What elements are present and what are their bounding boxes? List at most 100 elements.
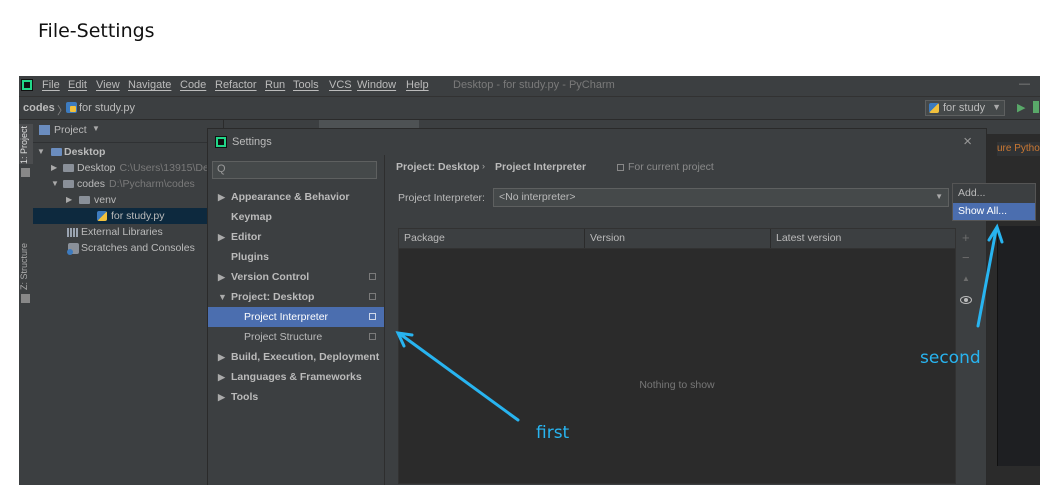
tree-item-for-study-py[interactable]: for study.py <box>33 208 223 224</box>
navigation-bar: codes 〉 for study.py for study ▼ ▶ <box>19 96 1040 120</box>
breadcrumb-project: Project: Desktop <box>396 161 480 173</box>
page-caption: File-Settings <box>38 20 155 42</box>
tree-item-codes[interactable]: ▼ codes D:\Pycharm\codes <box>33 176 223 192</box>
collapsed-arrow-icon[interactable]: ▶ <box>66 192 72 208</box>
interpreter-label: Project Interpreter: <box>398 192 485 204</box>
menu-edit[interactable]: Edit <box>68 79 87 91</box>
nav-label: Languages & Frameworks <box>231 371 362 383</box>
nav-version-control[interactable]: ▶ Version Control <box>208 267 384 287</box>
nav-label: Appearance & Behavior <box>231 191 350 203</box>
menu-tools[interactable]: Tools <box>293 79 319 91</box>
menu-item-show-all[interactable]: Show All... <box>953 203 1035 220</box>
editor-right-panel <box>997 226 1040 466</box>
column-header-package[interactable]: Package <box>399 229 585 248</box>
settings-dialog: Settings × Q ▶ Appearance & Behavior Key… <box>207 128 987 485</box>
project-panel: Project ▼ ▼ Desktop ▶ Desktop C:\Users\13… <box>33 120 223 485</box>
nav-plugins[interactable]: Plugins <box>208 247 384 267</box>
packages-table[interactable]: Package Version Latest version Nothing t… <box>398 228 956 484</box>
folder-icon <box>63 180 74 188</box>
settings-content: Project: Desktop › Project Interpreter F… <box>385 155 986 485</box>
nav-project-interpreter[interactable]: Project Interpreter <box>208 307 384 327</box>
minimize-button[interactable]: — <box>1019 78 1030 90</box>
menu-item-add[interactable]: Add... <box>953 185 1035 202</box>
nav-languages-frameworks[interactable]: ▶ Languages & Frameworks <box>208 367 384 387</box>
menu-view[interactable]: View <box>96 79 120 91</box>
remove-package-icon[interactable]: − <box>962 250 970 265</box>
nav-keymap[interactable]: Keymap <box>208 207 384 227</box>
nav-label: Keymap <box>231 211 272 223</box>
project-folder-icon <box>51 148 62 156</box>
project-view-icon <box>39 125 50 135</box>
column-header-latest-version[interactable]: Latest version <box>771 229 955 248</box>
nav-editor[interactable]: ▶ Editor <box>208 227 384 247</box>
collapsed-arrow-icon: ▶ <box>218 372 225 382</box>
project-view-select[interactable]: Project <box>54 124 87 136</box>
nav-label: Project Interpreter <box>244 311 329 323</box>
menu-navigate[interactable]: Navigate <box>128 79 171 91</box>
nav-appearance-behavior[interactable]: ▶ Appearance & Behavior <box>208 187 384 207</box>
tree-item-external-libraries[interactable]: External Libraries <box>33 224 223 240</box>
debug-icon[interactable] <box>1033 101 1039 113</box>
project-panel-header: Project ▼ <box>33 120 223 143</box>
nav-project-desktop[interactable]: ▼ Project: Desktop <box>208 287 384 307</box>
menu-run[interactable]: Run <box>265 79 285 91</box>
tree-item-text: codes D:\Pycharm\codes <box>77 176 195 192</box>
nav-label: Build, Execution, Deployment <box>231 351 380 363</box>
menu-vcs[interactable]: VCS <box>329 79 352 91</box>
settings-search-input[interactable]: Q <box>212 161 377 179</box>
expanded-arrow-icon: ▼ <box>218 292 227 302</box>
close-icon[interactable]: × <box>963 133 972 150</box>
table-toolbar: + − ▲ <box>957 228 979 348</box>
tool-tab-structure[interactable]: Z: Structure <box>19 238 33 290</box>
editor-notification-fragment: ure Python <box>997 142 1040 156</box>
scope-label: For current project <box>628 161 714 173</box>
collapsed-arrow-icon[interactable]: ▶ <box>51 160 57 176</box>
project-tool-icon <box>21 168 30 177</box>
chevron-down-icon[interactable]: ▼ <box>92 124 100 133</box>
tree-item-scratches[interactable]: Scratches and Consoles <box>33 240 223 256</box>
menu-bar: File Edit View Navigate Code Refactor Ru… <box>19 76 1040 96</box>
project-scope-icon <box>617 164 624 171</box>
settings-navigation: Q ▶ Appearance & Behavior Keymap ▶ Edito… <box>208 155 385 485</box>
project-scope-icon <box>369 273 376 280</box>
menu-code[interactable]: Code <box>180 79 206 91</box>
nav-build-execution-deployment[interactable]: ▶ Build, Execution, Deployment <box>208 347 384 367</box>
chevron-down-icon: ▼ <box>935 192 943 201</box>
empty-table-message: Nothing to show <box>639 379 715 391</box>
tool-tab-project[interactable]: 1: Project <box>19 124 33 164</box>
project-scope-icon <box>369 333 376 340</box>
tree-item-desktop[interactable]: ▶ Desktop C:\Users\13915\De <box>33 160 223 176</box>
nav-tools[interactable]: ▶ Tools <box>208 387 384 407</box>
pycharm-app-icon <box>215 136 227 148</box>
interpreter-select[interactable]: <No interpreter> ▼ <box>493 188 949 207</box>
nav-project-structure[interactable]: Project Structure <box>208 327 384 347</box>
column-header-version[interactable]: Version <box>585 229 771 248</box>
eye-icon[interactable] <box>960 296 972 304</box>
nav-label: Tools <box>231 391 259 403</box>
folder-icon <box>63 164 74 172</box>
breadcrumb-page: Project Interpreter <box>495 161 587 173</box>
menu-window[interactable]: Window <box>357 79 396 91</box>
tree-item-venv[interactable]: ▶ venv <box>33 192 223 208</box>
upgrade-package-icon[interactable]: ▲ <box>962 274 970 283</box>
add-package-icon[interactable]: + <box>962 230 970 245</box>
library-icon <box>67 228 78 237</box>
tree-item-desktop-root[interactable]: ▼ Desktop <box>33 144 223 160</box>
collapsed-arrow-icon: ▶ <box>218 352 225 362</box>
annotation-second: second <box>920 348 981 368</box>
table-header: Package Version Latest version <box>399 229 955 249</box>
tree-item-label: Scratches and Consoles <box>81 242 195 254</box>
scratches-icon <box>67 243 79 255</box>
breadcrumb-codes[interactable]: codes <box>23 102 55 114</box>
expanded-arrow-icon[interactable]: ▼ <box>51 176 59 192</box>
menu-help[interactable]: Help <box>406 79 429 91</box>
expanded-arrow-icon[interactable]: ▼ <box>37 144 45 160</box>
interpreter-value: <No interpreter> <box>499 191 576 203</box>
settings-titlebar: Settings × <box>208 129 986 156</box>
run-configuration-select[interactable]: for study ▼ <box>925 100 1005 116</box>
settings-title: Settings <box>232 136 272 148</box>
menu-refactor[interactable]: Refactor <box>215 79 257 91</box>
menu-file[interactable]: File <box>42 79 60 91</box>
run-icon[interactable]: ▶ <box>1017 101 1025 114</box>
breadcrumb-file[interactable]: for study.py <box>79 102 135 114</box>
